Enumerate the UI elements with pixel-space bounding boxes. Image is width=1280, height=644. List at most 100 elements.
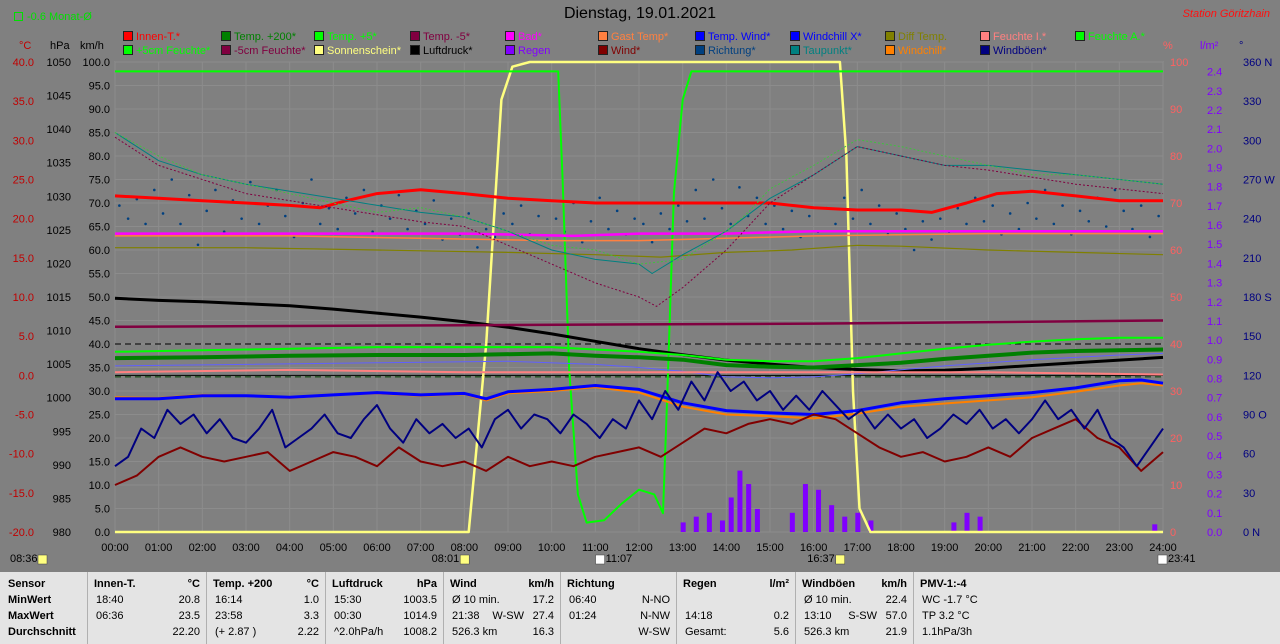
direction-point xyxy=(257,222,261,226)
footer-cell-direction: S-SW xyxy=(848,610,877,622)
direction-point xyxy=(1122,209,1125,213)
footer-column: Windböen km/h Ø 10 min. 22.4 13:10 S-SW 57.0 52… xyxy=(795,572,913,644)
event-time-label: 08:01 xyxy=(432,553,460,565)
footer-cell-time: Ø 10 min. xyxy=(452,594,500,606)
event-marker-icon xyxy=(37,554,48,565)
pressure-tick-label: 1015 xyxy=(47,292,71,304)
direction-tick-label: 90 O xyxy=(1243,410,1267,422)
temp-tick-label: 35.0 xyxy=(13,96,34,108)
direction-tick-label: 360 N xyxy=(1243,57,1272,69)
rain-tick-label: 0.3 xyxy=(1207,469,1222,481)
rain-bar xyxy=(706,512,712,532)
event-marker-icon xyxy=(595,554,605,565)
footer-cell-time: WC -1.7 °C xyxy=(922,594,978,606)
footer-column-unit: km/h xyxy=(528,578,554,590)
footer-cell-value: 22.4 xyxy=(885,594,907,606)
time-tick-label: 20:00 xyxy=(975,542,1003,554)
temp-tick-label: 10.0 xyxy=(13,292,34,304)
rain-tick-label: 1.7 xyxy=(1207,201,1222,213)
direction-point xyxy=(1104,225,1108,228)
footer-column: Regen l/m² 14:18 0.2 Gesamt: 5.6 xyxy=(676,572,795,644)
direction-point xyxy=(153,188,156,192)
direction-point xyxy=(1052,222,1056,226)
event-time-label: 16:37 xyxy=(807,553,835,565)
rain-bar xyxy=(789,512,795,532)
rain-tick-label: 1.3 xyxy=(1207,278,1222,290)
percent-tick-label: 0 xyxy=(1170,527,1176,539)
footer-cell-value: 23.5 xyxy=(178,610,200,622)
footer-column-unit: °C xyxy=(306,578,319,590)
pressure-tick-label: 980 xyxy=(53,527,71,539)
direction-point xyxy=(851,217,855,220)
footer-cell-time: 526.3 km xyxy=(804,626,850,638)
time-tick-label: 13:00 xyxy=(669,542,697,554)
temp-tick-label: 0.0 xyxy=(19,370,34,382)
footer-cell-value: 17.2 xyxy=(532,594,554,606)
rain-bar xyxy=(964,512,970,532)
direction-point xyxy=(397,193,401,197)
footer-row-label: Durchschnitt xyxy=(8,626,76,638)
footer-column: PMV-1:-4 WC -1.7 °C TP 3.2 °C 1.1hPa/3h xyxy=(913,572,1033,644)
direction-point xyxy=(781,227,785,231)
percent-tick-label: 100 xyxy=(1170,57,1188,69)
footer-cell-time: 06:40 xyxy=(569,594,597,606)
direction-point xyxy=(895,212,898,215)
footer-cell-time: 18:40 xyxy=(96,594,124,606)
time-tick-label: 10:00 xyxy=(538,542,566,554)
footer-cell-time: 00:30 xyxy=(334,610,362,622)
footer-cell-time: Ø 10 min. xyxy=(804,594,852,606)
footer-cell-value: 27.4 xyxy=(532,610,554,622)
footer-cell-time: 526.3 km xyxy=(452,626,498,638)
direction-point xyxy=(310,178,313,181)
direction-point xyxy=(1035,217,1038,220)
pressure-tick-label: 1030 xyxy=(47,191,71,203)
footer-column: Innen-T. °C 18:40 20.8 06:36 23.5 22.20 xyxy=(87,572,206,644)
footer-cell-time: 01:24 xyxy=(569,610,597,622)
direction-point xyxy=(406,227,409,231)
rain-bar xyxy=(977,516,983,532)
pressure-tick-label: 995 xyxy=(53,426,71,438)
direction-point xyxy=(869,222,872,226)
event-marker-icon xyxy=(459,554,470,565)
rain-tick-label: 2.2 xyxy=(1207,105,1222,117)
rain-tick-label: 0.5 xyxy=(1207,431,1222,443)
rain-bar xyxy=(829,505,835,532)
direction-point xyxy=(126,217,130,220)
speed-tick-label: 65.0 xyxy=(89,222,110,234)
footer-cell-time: (+ 2.87 ) xyxy=(215,626,257,638)
rain-tick-label: 1.2 xyxy=(1207,297,1222,309)
footer-row-label: MinWert xyxy=(8,594,52,606)
speed-tick-label: 15.0 xyxy=(89,457,110,469)
time-tick-label: 23:00 xyxy=(1106,542,1134,554)
pressure-tick-label: 1010 xyxy=(47,326,71,338)
time-tick-label: 15:00 xyxy=(756,542,784,554)
direction-point xyxy=(1113,188,1117,192)
direction-point xyxy=(764,222,767,226)
speed-tick-label: 95.0 xyxy=(89,81,110,93)
percent-tick-label: 40 xyxy=(1170,339,1182,351)
direction-point xyxy=(205,209,208,213)
percent-tick-label: 80 xyxy=(1170,151,1182,163)
direction-point xyxy=(1008,212,1012,215)
pressure-tick-label: 1045 xyxy=(47,91,71,103)
direction-point xyxy=(214,188,217,192)
footer-cell-value: 1.0 xyxy=(303,594,319,606)
direction-point xyxy=(196,243,200,247)
footer-column: Wind km/h Ø 10 min. 17.2 21:38 W-SW 27.4 526.3 … xyxy=(443,572,560,644)
direction-point xyxy=(615,209,619,213)
footer-column-title: Luftdruck xyxy=(332,578,383,590)
event-marker-icon xyxy=(835,554,845,565)
direction-tick-label: 150 xyxy=(1243,331,1261,343)
direction-point xyxy=(144,222,147,226)
footer-column-title: Windböen xyxy=(802,578,856,590)
rain-bar xyxy=(693,516,699,532)
speed-tick-label: 40.0 xyxy=(89,339,110,351)
footer-column-unit: hPa xyxy=(416,578,437,590)
direction-point xyxy=(511,222,514,226)
footer-cell-value: W-SW xyxy=(638,626,670,638)
direction-point xyxy=(1148,235,1152,239)
temp-tick-label: 30.0 xyxy=(13,135,34,147)
footer-cell-value: 1008.2 xyxy=(403,626,437,638)
direction-point xyxy=(790,209,794,213)
event-time-label: 08:36 xyxy=(10,553,38,565)
